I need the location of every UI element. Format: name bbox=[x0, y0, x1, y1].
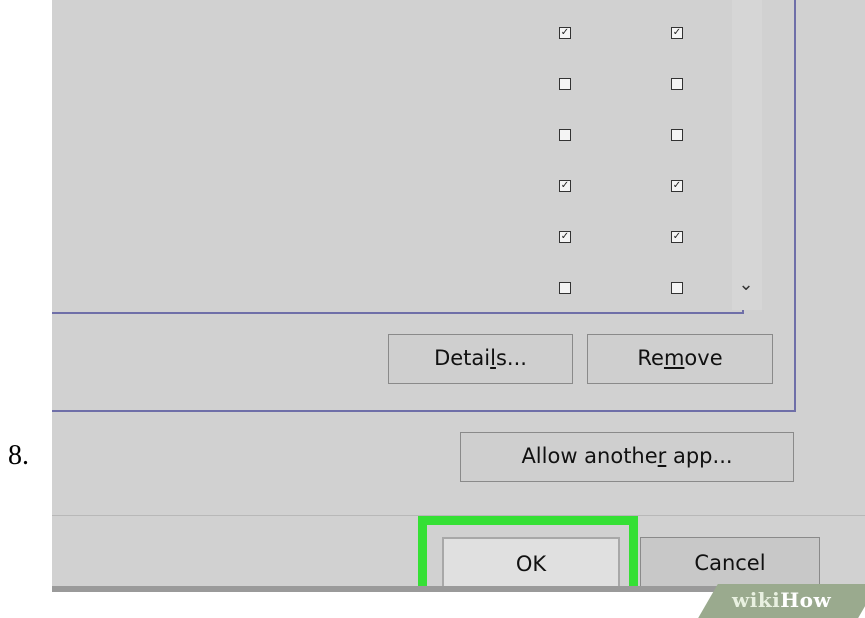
allow-checkbox[interactable]: ✓ bbox=[559, 27, 571, 39]
allow-checkbox[interactable] bbox=[671, 129, 683, 141]
allow-checkbox[interactable]: ✓ bbox=[671, 180, 683, 192]
scrollbar-track[interactable] bbox=[732, 0, 762, 310]
allow-checkbox[interactable]: ✓ bbox=[671, 231, 683, 243]
firewall-dialog-screenshot: ✓ ✓ ✓ ✓ ✓ ✓ ⌄ Details... Remove Allow another… bbox=[52, 0, 865, 586]
remove-button[interactable]: Remove bbox=[587, 334, 773, 384]
wikihow-watermark: wikiHow bbox=[732, 588, 832, 612]
allow-checkbox[interactable] bbox=[671, 282, 683, 294]
cancel-button[interactable]: Cancel bbox=[640, 537, 820, 586]
step-number: 8. bbox=[8, 440, 29, 471]
allow-checkbox[interactable] bbox=[559, 282, 571, 294]
allow-checkbox[interactable]: ✓ bbox=[559, 231, 571, 243]
allowed-apps-list bbox=[52, 0, 762, 314]
details-button[interactable]: Details... bbox=[388, 334, 573, 384]
allow-checkbox[interactable]: ✓ bbox=[671, 27, 683, 39]
allow-another-app-button[interactable]: Allow another app... bbox=[460, 432, 794, 482]
allow-checkbox[interactable] bbox=[671, 78, 683, 90]
allow-checkbox[interactable] bbox=[559, 129, 571, 141]
allow-checkbox[interactable] bbox=[559, 78, 571, 90]
ok-highlight-box bbox=[418, 516, 638, 586]
allow-checkbox[interactable]: ✓ bbox=[559, 180, 571, 192]
scroll-down-chevron-icon[interactable]: ⌄ bbox=[736, 275, 756, 295]
